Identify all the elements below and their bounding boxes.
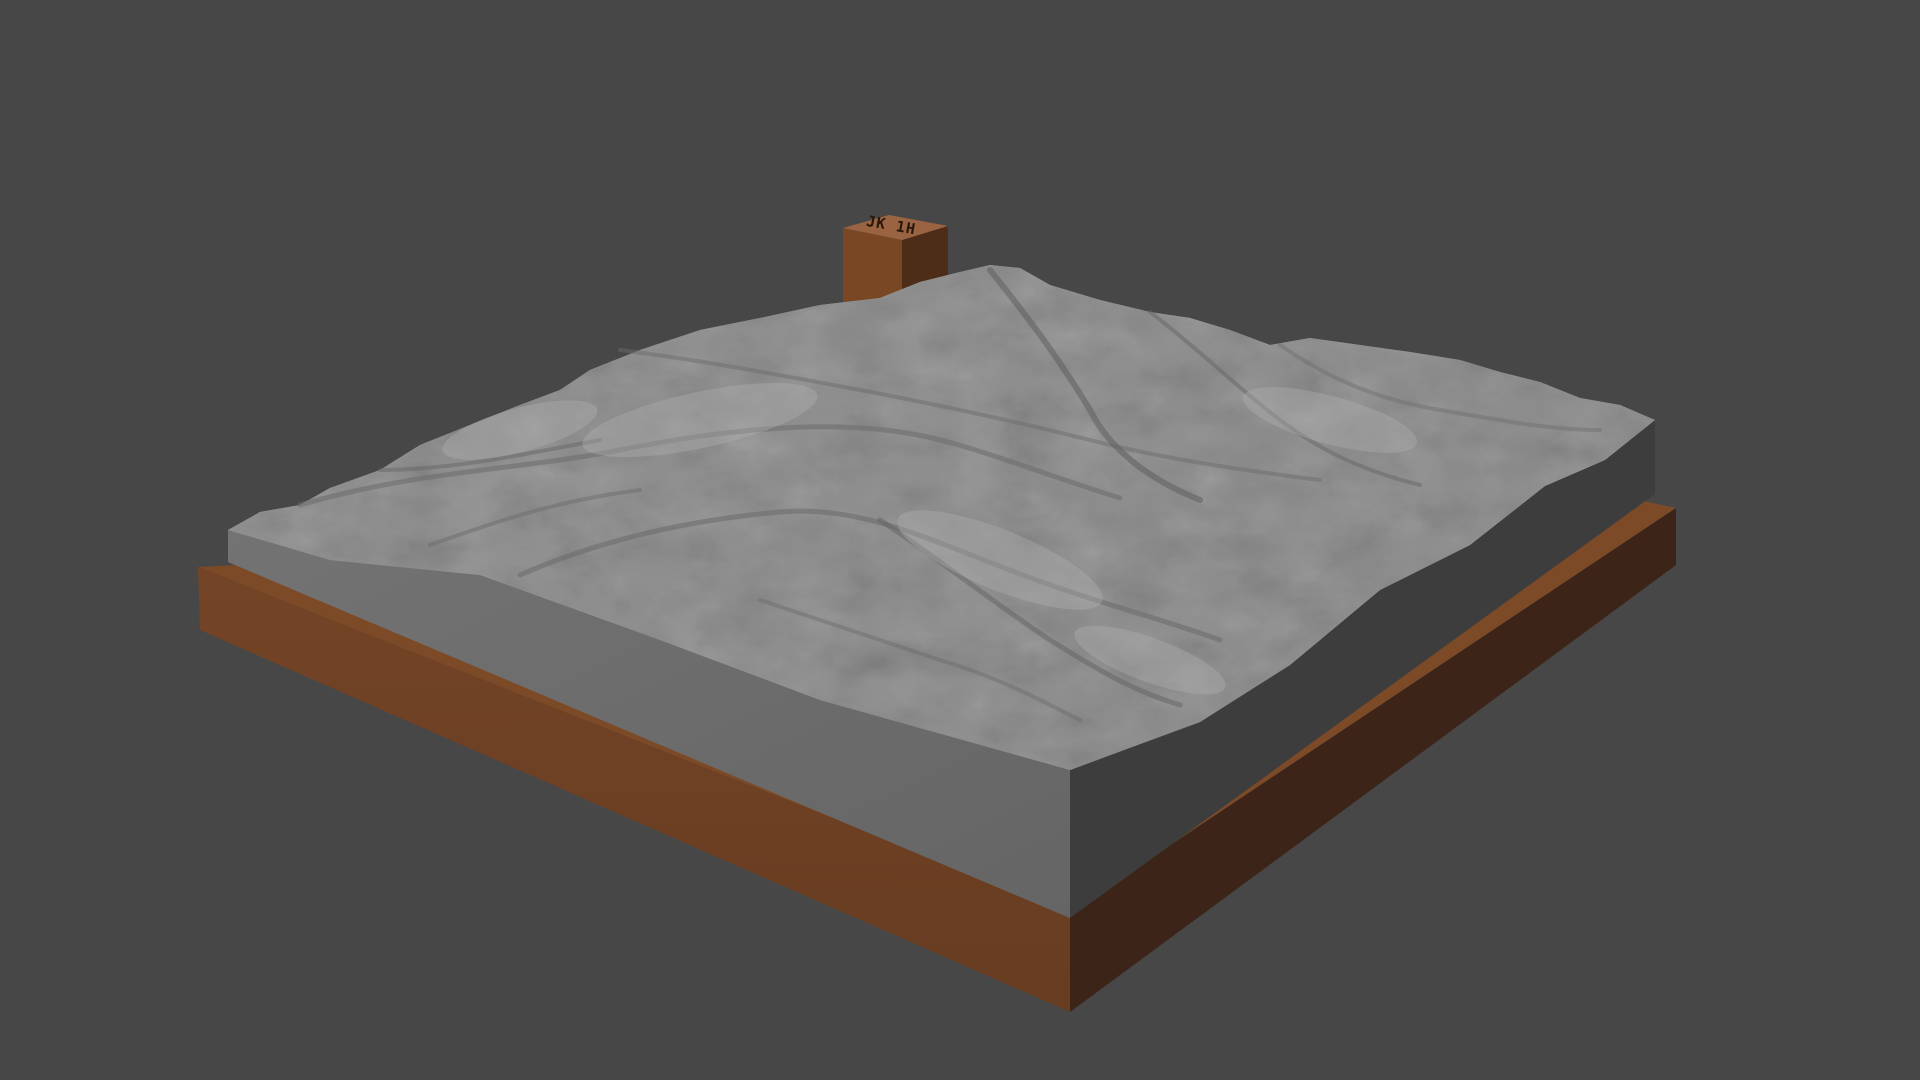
terrain-model-scene: JK 1H — [198, 212, 1676, 1012]
3d-viewport[interactable]: JK 1H — [0, 0, 1920, 1080]
tag-block-front — [843, 228, 902, 302]
